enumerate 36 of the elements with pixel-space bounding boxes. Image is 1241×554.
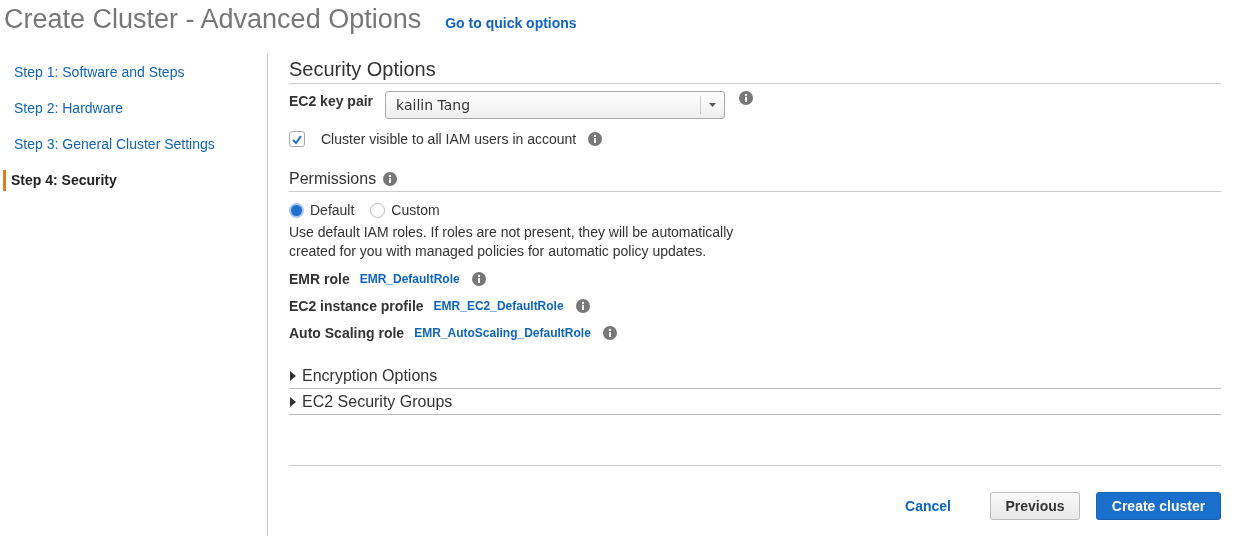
caret-icon xyxy=(709,103,717,107)
previous-button[interactable]: Previous xyxy=(990,492,1080,520)
step-link[interactable]: Step 3: General Cluster Settings xyxy=(0,134,267,155)
subsection-heading: Permissions xyxy=(289,170,377,188)
info-icon[interactable] xyxy=(739,91,754,105)
step-link[interactable]: Step 4: Security xyxy=(3,170,267,191)
expand-arrow-icon xyxy=(289,397,296,407)
info-icon[interactable] xyxy=(471,272,486,286)
section-heading: Security Options xyxy=(289,54,1221,84)
field-label: EC2 key pair xyxy=(289,93,374,109)
role-label: EMR role xyxy=(289,271,350,287)
role-link[interactable]: EMR_EC2_DefaultRole xyxy=(433,299,564,313)
info-icon[interactable] xyxy=(602,326,617,340)
description-text: Use default IAM roles. If roles are not present, they will be automatically created for you with managed policies for automatic policy updates. xyxy=(289,223,735,261)
step-link[interactable]: Step 1: Software and Steps xyxy=(0,62,267,83)
checkbox[interactable] xyxy=(289,131,305,147)
role-label: Auto Scaling role xyxy=(289,325,405,341)
create-cluster-button[interactable]: Create cluster xyxy=(1096,492,1221,520)
quick-options-link[interactable]: Go to quick options xyxy=(445,15,577,31)
info-icon[interactable] xyxy=(383,172,398,186)
collapsible-section[interactable]: Encryption Options xyxy=(289,363,1221,389)
radio-button[interactable] xyxy=(289,202,304,218)
role-link[interactable]: EMR_AutoScaling_DefaultRole xyxy=(414,326,591,340)
info-icon[interactable] xyxy=(588,132,603,146)
page-title: Create Cluster - Advanced Options xyxy=(4,4,422,35)
key-pair-dropdown[interactable]: kailin Tang xyxy=(385,91,726,119)
radio-label: Default xyxy=(310,202,355,218)
radio-label: Custom xyxy=(391,202,440,218)
info-icon[interactable] xyxy=(575,299,590,313)
expand-arrow-icon xyxy=(289,371,296,381)
collapsible-section[interactable]: EC2 Security Groups xyxy=(289,389,1221,415)
role-label: EC2 instance profile xyxy=(289,298,424,314)
step-link[interactable]: Step 2: Hardware xyxy=(0,98,267,119)
checkbox-label: Cluster visible to all IAM users in account xyxy=(321,131,577,147)
cancel-link[interactable]: Cancel xyxy=(905,498,951,514)
role-link[interactable]: EMR_DefaultRole xyxy=(359,272,460,286)
